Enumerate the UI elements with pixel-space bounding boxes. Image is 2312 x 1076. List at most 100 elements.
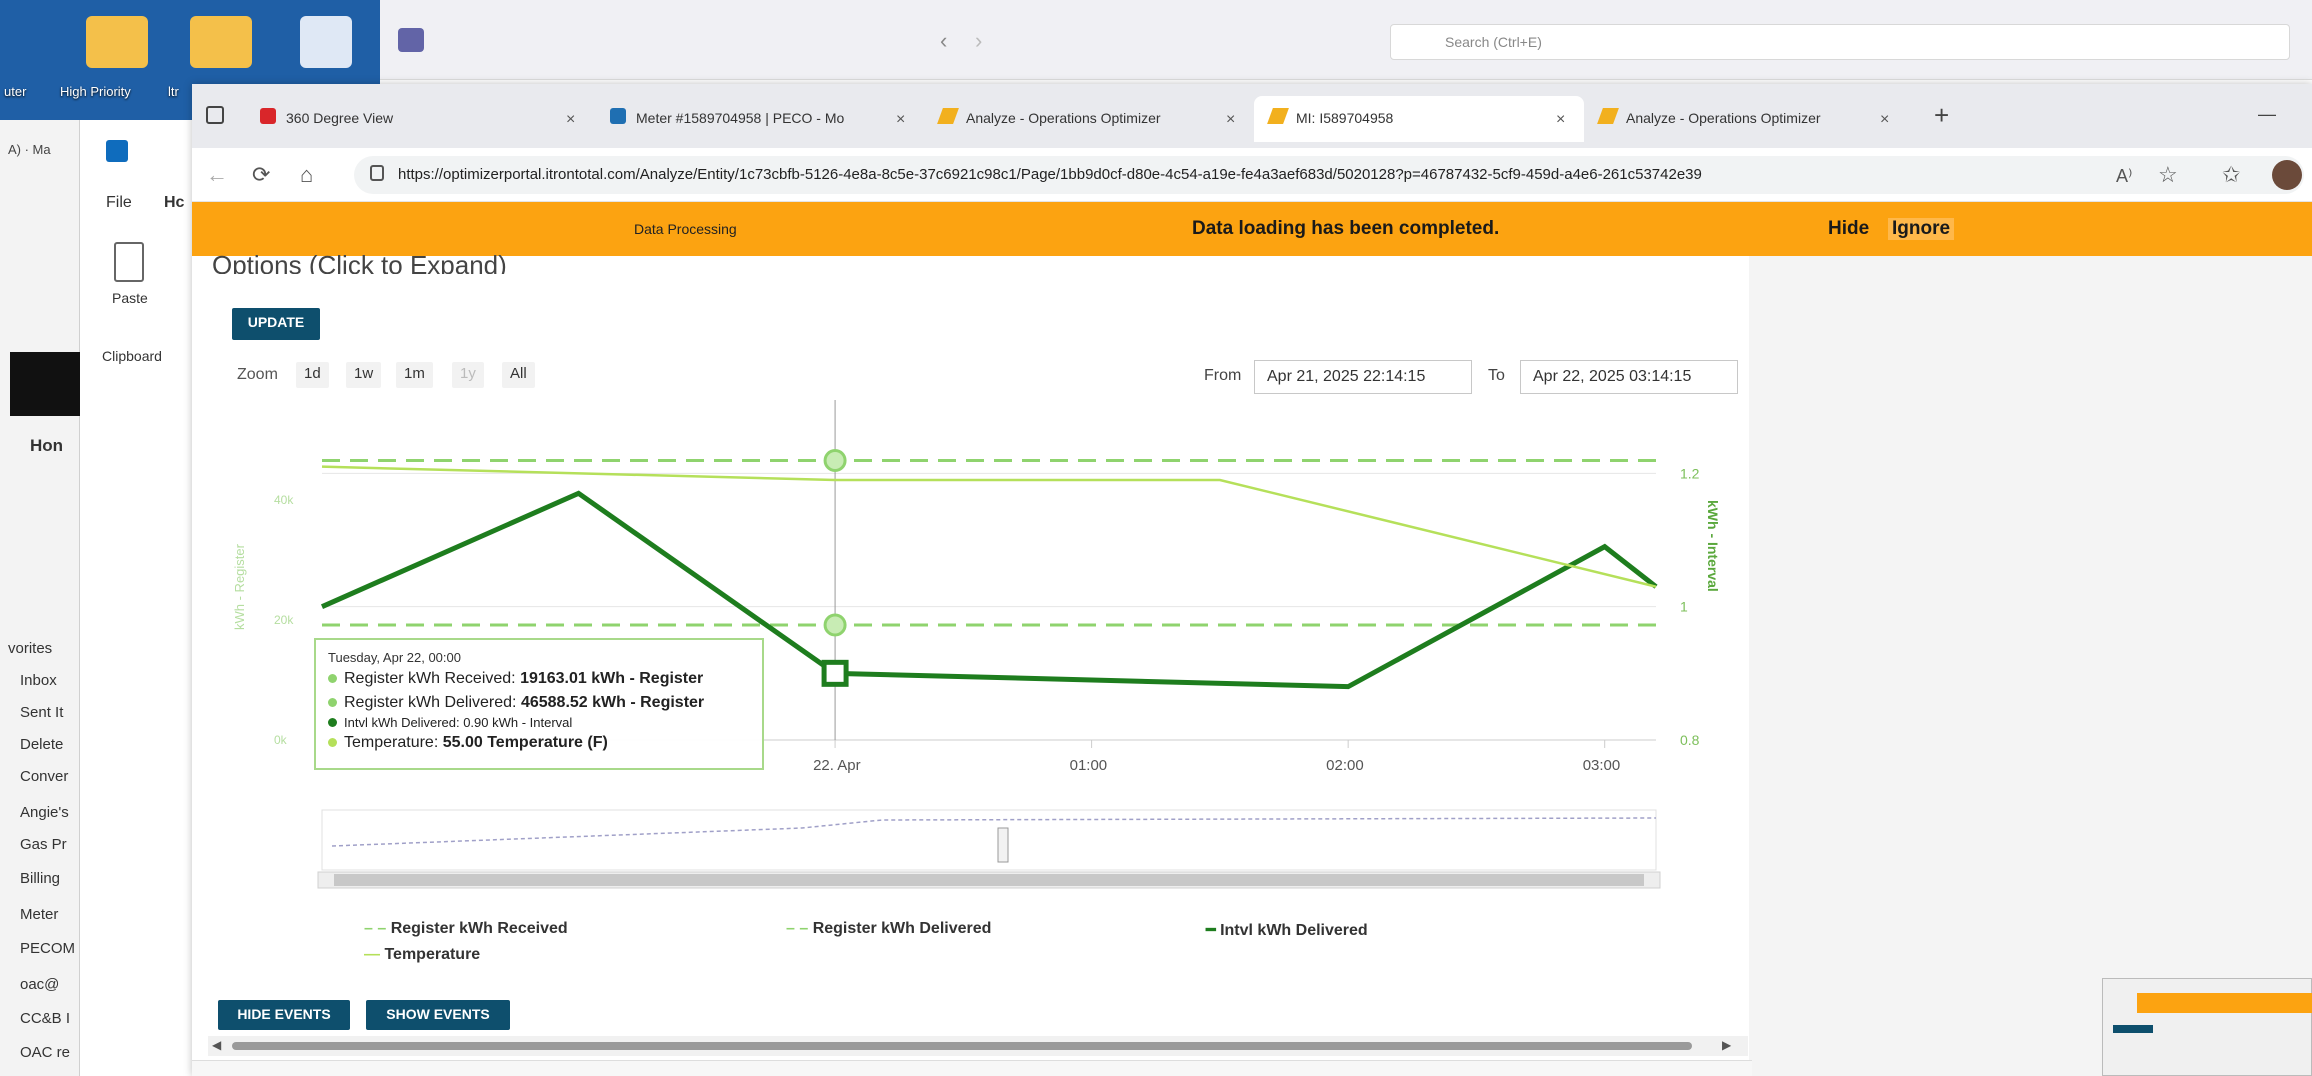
folder-item[interactable]: OAC re <box>20 1044 70 1061</box>
to-date-input[interactable]: Apr 22, 2025 03:14:15 <box>1520 360 1738 394</box>
account-label: A) · Ma <box>8 142 51 157</box>
tooltip-value: 46588.52 kWh - Register <box>520 694 705 711</box>
home-icon[interactable]: ⌂ <box>300 162 313 188</box>
tooltip-label: Temperature: <box>344 734 443 751</box>
legend-label: Intvl kWh Delivered <box>1220 922 1368 939</box>
forward-arrow-icon[interactable]: › <box>975 28 982 54</box>
file-tab[interactable]: File <box>106 194 132 212</box>
folder-item[interactable]: Meter <box>20 906 58 923</box>
folder-icon[interactable] <box>190 16 252 68</box>
legend-intvl-delivered[interactable]: ━ Intvl kWh Delivered <box>1206 920 1368 940</box>
folder-item[interactable]: Billing <box>20 870 60 887</box>
zoom-1d-button[interactable]: 1d <box>296 362 329 388</box>
folder-item[interactable]: Angie's <box>20 804 69 821</box>
scroll-thumb[interactable] <box>232 1042 1692 1050</box>
horizontal-scrollbar[interactable]: ◀ ▶ <box>208 1036 1748 1056</box>
tab-label: MI: I589704958 <box>1296 110 1394 126</box>
hide-button[interactable]: Hide <box>1828 218 1869 240</box>
url-input[interactable]: https://optimizerportal.itrontotal.com/A… <box>354 156 2304 194</box>
close-icon[interactable]: × <box>1880 111 1889 129</box>
scroll-left-icon[interactable]: ◀ <box>212 1038 221 1052</box>
tab-favicon-icon <box>937 108 959 124</box>
legend-label: Register kWh Delivered <box>812 920 992 937</box>
navigator-frame <box>321 809 1657 871</box>
paste-label: Paste <box>112 290 148 306</box>
folder-item[interactable]: oac@ <box>20 976 59 993</box>
teams-icon <box>398 28 424 52</box>
to-label: To <box>1488 367 1505 384</box>
tab-meter[interactable]: Meter #1589704958 | PECO - Mo × <box>594 96 924 142</box>
navigator-scroll-thumb <box>334 874 1644 886</box>
teams-search-input[interactable]: Search (Ctrl+E) <box>1390 24 2290 60</box>
close-icon[interactable]: × <box>1556 111 1565 129</box>
from-date-input[interactable]: Apr 21, 2025 22:14:15 <box>1254 360 1472 394</box>
address-bar: ← ⟳ ⌂ https://optimizerportal.itrontotal… <box>192 148 2312 202</box>
thumbnail-notice-bar <box>2137 993 2312 1013</box>
zoom-1m-button[interactable]: 1m <box>396 362 433 388</box>
folder-item[interactable]: Conver <box>20 768 68 785</box>
x-tick-label: 03:00 <box>1583 757 1621 774</box>
hide-events-button[interactable]: HIDE EVENTS <box>218 1000 350 1030</box>
new-tab-button[interactable]: + <box>1934 100 1949 131</box>
folder-item[interactable]: Sent It <box>20 704 63 721</box>
hover-marker <box>821 659 849 687</box>
window-thumbnail[interactable] <box>2102 978 2312 1076</box>
tab-analyze-optimizer[interactable]: Analyze - Operations Optimizer × <box>924 96 1254 142</box>
avatar[interactable] <box>2272 160 2302 190</box>
tab-actions-icon[interactable] <box>206 106 224 124</box>
clipboard-group-label: Clipboard <box>102 348 162 364</box>
tab-favicon-icon <box>1597 108 1619 124</box>
read-aloud-icon[interactable]: A⁾ <box>2116 166 2133 187</box>
tooltip-row: Register kWh Delivered: 46588.52 kWh - R… <box>328 691 762 715</box>
show-events-button[interactable]: SHOW EVENTS <box>366 1000 510 1030</box>
back-icon[interactable]: ← <box>206 162 228 188</box>
refresh-icon[interactable]: ⟳ <box>252 162 270 188</box>
minimize-icon[interactable]: — <box>2258 104 2276 125</box>
tooltip-value: 55.00 Temperature (F) <box>442 734 608 751</box>
paste-icon[interactable] <box>114 242 144 282</box>
legend-register-delivered[interactable]: – – Register kWh Delivered <box>786 920 991 938</box>
folder-icon[interactable] <box>86 16 148 68</box>
update-button[interactable]: UPDATE <box>232 308 320 340</box>
home-tab[interactable]: Hon <box>30 436 63 456</box>
ignore-button[interactable]: Ignore <box>1888 218 1955 240</box>
tab-favicon-icon <box>610 108 626 124</box>
y-left-tick-label: 0k <box>274 733 288 747</box>
chart-tooltip: Tuesday, Apr 22, 00:00 Register kWh Rece… <box>314 638 764 770</box>
scroll-right-icon[interactable]: ▶ <box>1722 1038 1731 1052</box>
tab-label: Analyze - Operations Optimizer <box>966 110 1161 126</box>
legend-register-received[interactable]: – – Register kWh Received <box>364 920 568 938</box>
folder-item[interactable]: Gas Pr <box>20 836 67 853</box>
tooltip-value: 19163.01 kWh - Register <box>520 670 704 687</box>
zoom-all-button[interactable]: All <box>502 362 535 388</box>
file-icon[interactable] <box>300 16 352 68</box>
tab-label: Meter #1589704958 | PECO - Mo <box>636 110 845 126</box>
close-icon[interactable]: × <box>566 111 575 129</box>
outlook-icon <box>106 140 128 162</box>
folder-item[interactable]: PECOM <box>20 940 75 957</box>
folder-item[interactable]: CC&B I <box>20 1010 70 1027</box>
favorites-icon[interactable]: ✩ <box>2222 162 2240 188</box>
close-icon[interactable]: × <box>896 111 905 129</box>
lock-icon <box>370 165 384 181</box>
back-arrow-icon[interactable]: ‹ <box>940 28 947 54</box>
home-tab[interactable]: Hc <box>164 194 184 212</box>
zoom-1w-button[interactable]: 1w <box>346 362 382 388</box>
tab-mi-active[interactable]: MI: I589704958 × <box>1254 96 1584 142</box>
options-expand-header[interactable]: Options (Click to Expand) <box>212 250 507 274</box>
favorite-star-icon[interactable]: ☆ <box>2158 162 2178 188</box>
y-left-axis-title: kWh - Register <box>232 543 247 630</box>
zoom-1y-button[interactable]: 1y <box>452 362 484 388</box>
y-left-tick-label: 40k <box>274 493 294 507</box>
teams-title-bar: ‹ › Search (Ctrl+E) <box>380 0 2312 80</box>
legend-marker-icon: – – <box>786 920 813 937</box>
legend-temperature[interactable]: — Temperature <box>364 946 480 964</box>
folder-item[interactable]: Inbox <box>20 672 57 689</box>
desktop-icon-label: High Priority <box>60 84 131 99</box>
folder-item[interactable]: Delete <box>20 736 63 753</box>
tooltip-label: Intvl kWh Delivered: <box>344 715 464 730</box>
y-left-tick-label: 20k <box>274 613 294 627</box>
close-icon[interactable]: × <box>1226 111 1235 129</box>
tab-360-degree-view[interactable]: 360 Degree View × <box>244 96 594 142</box>
tab-analyze-optimizer-2[interactable]: Analyze - Operations Optimizer × <box>1584 96 1914 142</box>
